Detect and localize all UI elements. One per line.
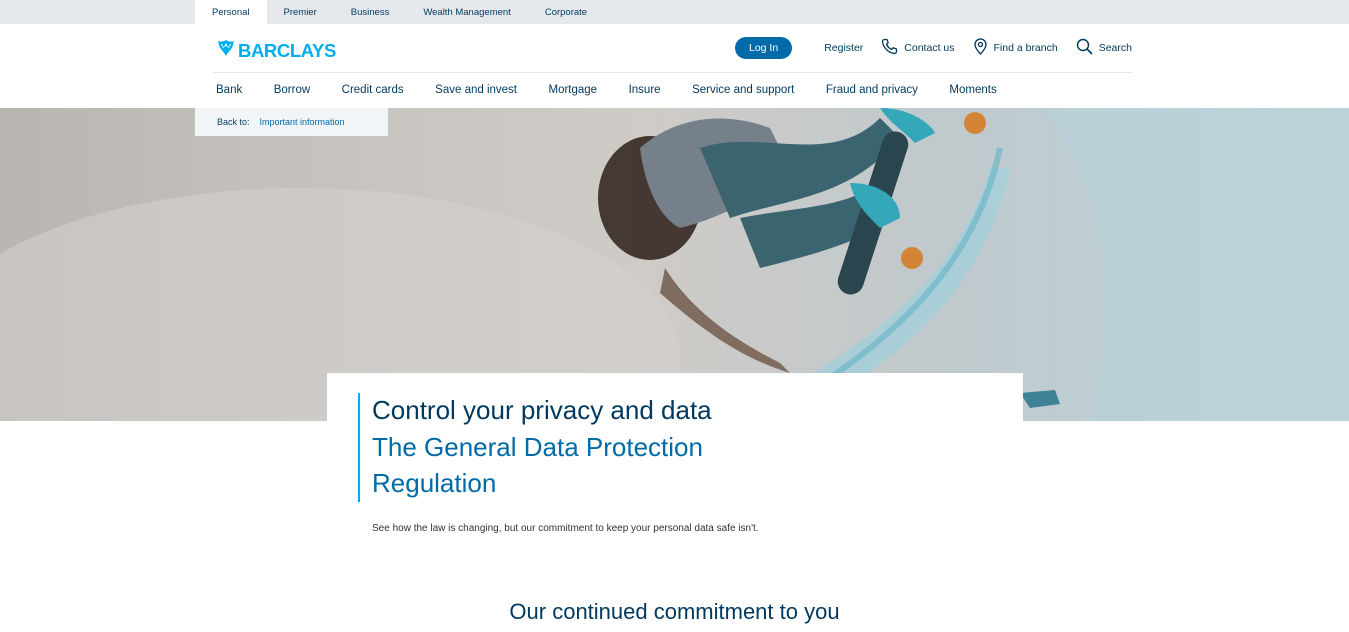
phone-icon <box>881 38 904 58</box>
utility-nav: Log In Register Contact us Find a branch <box>734 36 1132 60</box>
find-branch-label: Find a branch <box>993 42 1058 54</box>
hero-card: Control your privacy and data The Genera… <box>327 373 1023 553</box>
search-link[interactable]: Search <box>1076 38 1132 58</box>
contact-us-label: Contact us <box>904 42 955 54</box>
find-branch-link[interactable]: Find a branch <box>973 38 1058 58</box>
page-title: Control your privacy and data <box>372 395 712 425</box>
nav-item-credit-cards[interactable]: Credit cards <box>342 84 404 96</box>
nav-item-service-and-support[interactable]: Service and support <box>692 84 794 96</box>
segment-tab-personal[interactable]: Personal <box>195 0 267 24</box>
segment-tabs: Personal Premier Business Wealth Managem… <box>195 0 604 24</box>
nav-item-fraud-and-privacy[interactable]: Fraud and privacy <box>826 84 918 96</box>
register-label: Register <box>824 42 864 54</box>
segment-bar: Personal Premier Business Wealth Managem… <box>0 0 1349 24</box>
nav-item-borrow[interactable]: Borrow <box>274 84 310 96</box>
breadcrumb-prefix: Back to: <box>217 117 250 127</box>
barclays-logo[interactable]: BARCLAYS <box>216 38 336 63</box>
segment-tab-wealth-management[interactable]: Wealth Management <box>406 0 528 24</box>
section-heading: Our continued commitment to you <box>509 599 840 624</box>
breadcrumb-link-important-information[interactable]: Important information <box>260 117 345 127</box>
login-button[interactable]: Log In <box>734 37 793 59</box>
nav-item-bank[interactable]: Bank <box>216 84 242 96</box>
contact-us-link[interactable]: Contact us <box>881 38 955 58</box>
nav-item-save-and-invest[interactable]: Save and invest <box>435 84 517 96</box>
nav-item-mortgage[interactable]: Mortgage <box>549 84 598 96</box>
location-pin-icon <box>973 38 994 58</box>
brand-name: BARCLAYS <box>238 39 336 61</box>
title-accent-rule <box>358 393 360 502</box>
nav-item-insure[interactable]: Insure <box>629 84 661 96</box>
breadcrumb: Back to: Important information <box>195 108 388 136</box>
page-subtitle: The General Data Protection Regulation <box>372 432 703 498</box>
segment-tab-business[interactable]: Business <box>334 0 407 24</box>
search-label: Search <box>1098 42 1132 54</box>
segment-tab-premier[interactable]: Premier <box>267 0 334 24</box>
segment-tab-corporate[interactable]: Corporate <box>528 0 604 24</box>
register-link[interactable]: Register <box>824 42 863 54</box>
eagle-icon <box>216 38 236 63</box>
main-nav: Bank Borrow Credit cards Save and invest… <box>216 84 1028 96</box>
header-divider <box>213 72 1132 73</box>
search-icon <box>1076 38 1099 58</box>
nav-item-moments[interactable]: Moments <box>949 84 996 96</box>
site-header: BARCLAYS Log In Register Contact us Find… <box>195 24 1132 108</box>
intro-text: See how the law is changing, but our com… <box>372 523 759 534</box>
